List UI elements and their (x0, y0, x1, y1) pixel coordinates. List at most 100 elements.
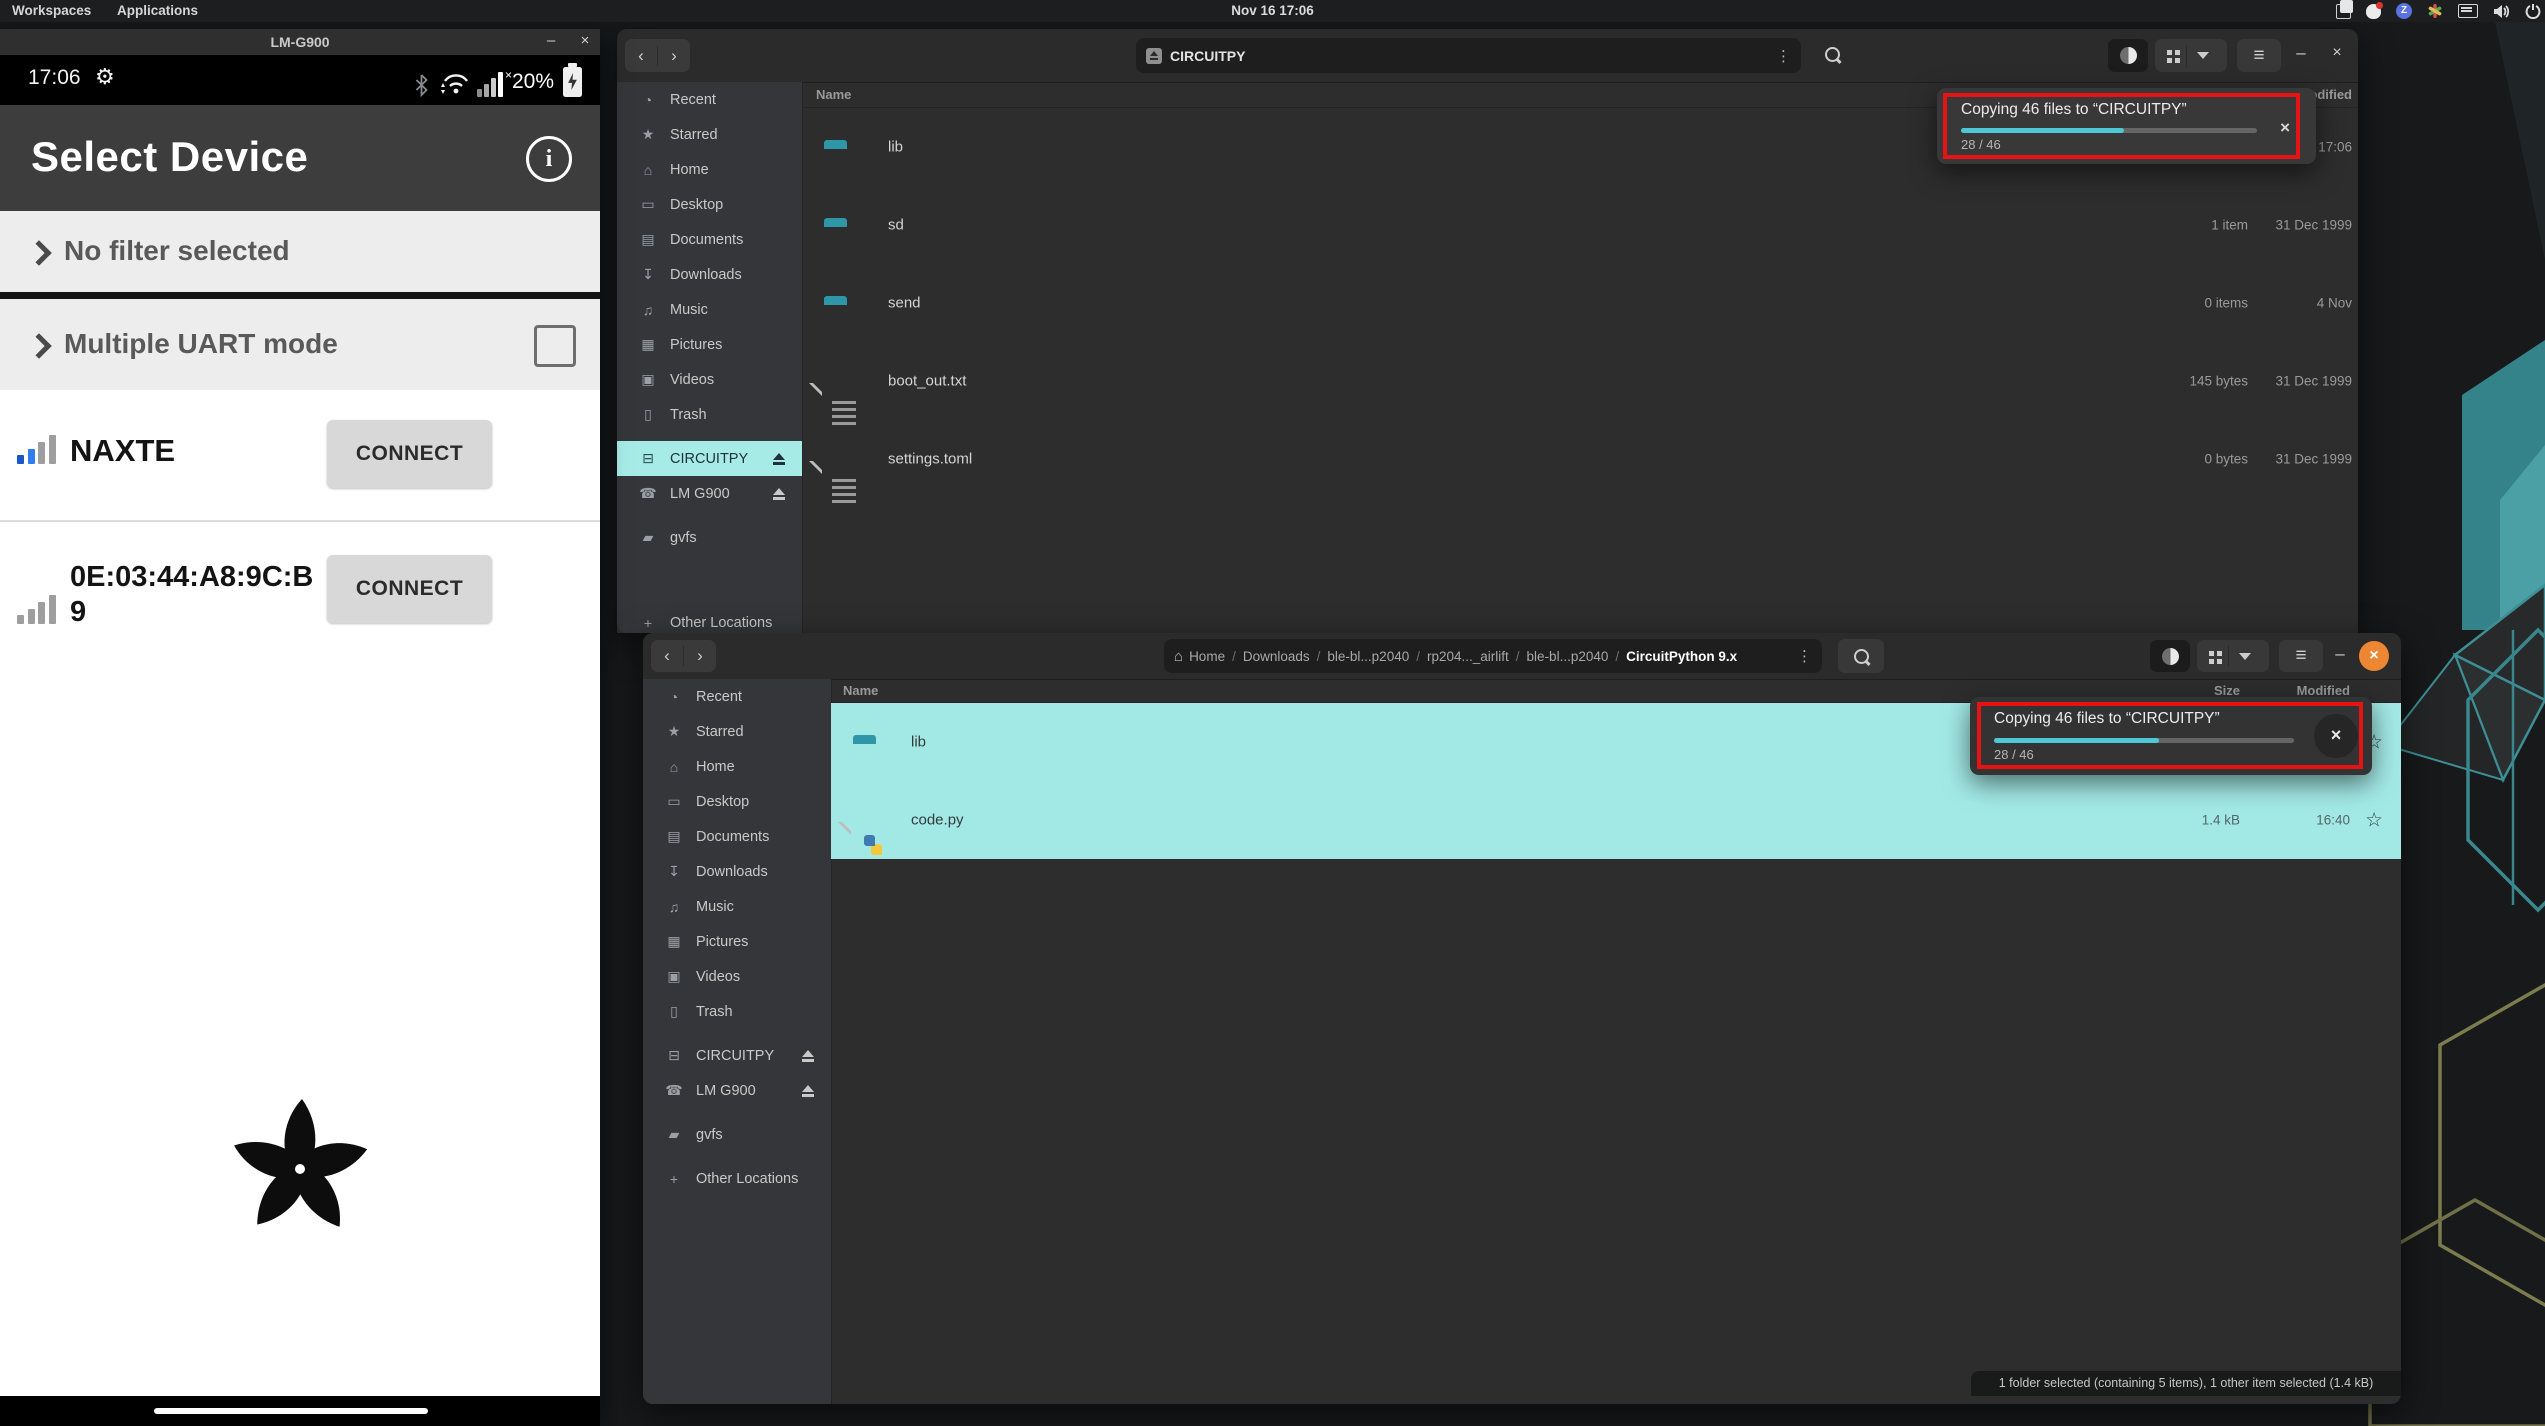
power-icon[interactable] (2525, 3, 2541, 19)
uart-mode-checkbox[interactable] (534, 325, 576, 367)
eject-icon[interactable] (772, 488, 786, 500)
sidebar-item-trash[interactable]: Trash (617, 397, 802, 432)
sidebar-item-gvfs[interactable]: gvfs (643, 1117, 831, 1152)
forward-button[interactable]: › (658, 46, 690, 66)
sidebar-item-starred[interactable]: Starred (643, 714, 831, 749)
column-size[interactable]: Size (2214, 683, 2240, 698)
sidebar-item-other-locations[interactable]: Other Locations (617, 605, 802, 633)
sidebar-item-music[interactable]: Music (617, 292, 802, 327)
device-row[interactable]: 0E:03:44:A8:9C:B9 CONNECT (0, 522, 600, 682)
filter-expander[interactable]: No filter selected (0, 211, 600, 292)
sidebar-item-desktop[interactable]: Desktop (617, 187, 802, 222)
sidebar-item-recent[interactable]: Recent (643, 679, 831, 714)
dark-light-toggle[interactable] (2150, 640, 2190, 672)
main-menu-button[interactable]: ≡ (2237, 39, 2281, 72)
breadcrumb[interactable]: ble-bl...p2040 (1527, 649, 1609, 664)
keyboard-icon[interactable] (2458, 4, 2478, 18)
close-button[interactable]: × (572, 29, 598, 55)
clipboard-icon[interactable] (2336, 4, 2351, 19)
column-modified[interactable]: Modified (2297, 683, 2350, 698)
progress-count: 28 / 46 (1961, 137, 2001, 152)
view-options-button[interactable] (2155, 39, 2227, 72)
sidebar-item-videos[interactable]: Videos (617, 362, 802, 397)
color-asterisk-icon[interactable] (2427, 3, 2443, 19)
breadcrumb-current[interactable]: CircuitPython 9.x (1626, 649, 1737, 664)
sidebar-item-other-locations[interactable]: Other Locations (643, 1161, 831, 1196)
column-name[interactable]: Name (816, 87, 851, 102)
sidebar-item-gvfs[interactable]: gvfs (617, 520, 802, 555)
eject-icon[interactable] (772, 453, 786, 465)
cancel-copy-button[interactable]: × (2280, 118, 2290, 138)
file-row-sd[interactable]: sd 1 item 31 Dec 1999 (802, 186, 2358, 264)
main-menu-button[interactable]: ≡ (2279, 640, 2323, 672)
breadcrumb[interactable]: ble-bl...p2040 (1327, 649, 1409, 664)
path-bar[interactable]: CIRCUITPY ⋮ (1136, 38, 1801, 73)
sidebar-item-lm-g900[interactable]: LM G900 (617, 476, 802, 511)
search-icon[interactable] (1825, 47, 1840, 62)
filter-label: Multiple UART mode (64, 328, 338, 360)
sidebar-item-downloads[interactable]: Downloads (643, 854, 831, 889)
back-button[interactable]: ‹ (625, 46, 658, 66)
connect-button[interactable]: CONNECT (327, 555, 492, 623)
eject-icon[interactable] (801, 1085, 815, 1097)
cancel-copy-button[interactable]: × (2314, 714, 2358, 758)
connect-button[interactable]: CONNECT (327, 420, 492, 488)
sidebar-item-pictures[interactable]: Pictures (617, 327, 802, 362)
phone-titlebar[interactable]: LM-G900 – × (0, 29, 600, 55)
sidebar-item-music[interactable]: Music (643, 889, 831, 924)
breadcrumb[interactable]: rp204..._airlift (1427, 649, 1509, 664)
file-row-settings[interactable]: settings.toml 0 bytes 31 Dec 1999 (802, 420, 2358, 498)
breadcrumb[interactable]: Downloads (1243, 649, 1310, 664)
sidebar-item-starred[interactable]: Starred (617, 117, 802, 152)
page-title: Select Device (31, 133, 308, 181)
breadcrumb[interactable]: Home (1189, 649, 1225, 664)
discord-icon[interactable] (2366, 4, 2381, 19)
sidebar-item-desktop[interactable]: Desktop (643, 784, 831, 819)
sidebar-item-home[interactable]: Home (617, 152, 802, 187)
header-bar[interactable]: ‹ › ⌂ Home / Downloads / ble-bl...p2040 … (643, 633, 2401, 680)
view-options-button[interactable] (2197, 640, 2269, 672)
sidebar-item-pictures[interactable]: Pictures (643, 924, 831, 959)
minimize-button[interactable]: – (2289, 43, 2313, 63)
column-name[interactable]: Name (843, 683, 878, 698)
star-outline-icon[interactable]: ☆ (2365, 808, 2383, 833)
forward-button[interactable]: › (684, 646, 716, 666)
info-icon[interactable]: i (526, 136, 572, 182)
close-button[interactable]: × (2359, 641, 2389, 671)
sidebar-item-documents[interactable]: Documents (617, 222, 802, 257)
header-bar[interactable]: ‹ › CIRCUITPY ⋮ ≡ – × (617, 29, 2358, 83)
workspaces-menu[interactable]: Workspaces (12, 0, 91, 22)
sidebar-item-documents[interactable]: Documents (643, 819, 831, 854)
sidebar-label: Desktop (670, 197, 723, 213)
eject-icon[interactable] (801, 1050, 815, 1062)
volume-icon[interactable] (2493, 4, 2510, 19)
sidebar-item-circuitpy[interactable]: CIRCUITPY (617, 441, 802, 476)
kebab-menu-icon[interactable]: ⋮ (1776, 47, 1791, 65)
sidebar-item-videos[interactable]: Videos (643, 959, 831, 994)
file-row-code-py[interactable]: code.py 1.4 kB 16:40 ☆ (831, 781, 2401, 859)
sidebar-label: Music (670, 302, 708, 318)
sidebar-item-lm-g900[interactable]: LM G900 (643, 1073, 831, 1108)
minimize-button[interactable]: – (538, 29, 564, 55)
file-row-send[interactable]: send 0 items 4 Nov (802, 264, 2358, 342)
file-row-boot-out[interactable]: boot_out.txt 145 bytes 31 Dec 1999 (802, 342, 2358, 420)
gesture-pill[interactable] (154, 1408, 428, 1414)
sidebar-item-recent[interactable]: Recent (617, 82, 802, 117)
device-row[interactable]: NAXTE CONNECT (0, 391, 600, 520)
clock[interactable]: Nov 16 17:06 (1231, 0, 1314, 22)
close-button[interactable]: × (2325, 44, 2349, 62)
dark-light-toggle[interactable] (2108, 39, 2148, 72)
search-button[interactable] (1838, 639, 1884, 673)
minimize-button[interactable]: – (2329, 644, 2351, 664)
uart-mode-expander[interactable]: Multiple UART mode (0, 299, 600, 390)
zulip-icon[interactable]: Z (2396, 3, 2412, 19)
sidebar-item-circuitpy[interactable]: CIRCUITPY (643, 1038, 831, 1073)
applications-menu[interactable]: Applications (117, 0, 198, 22)
sidebar-item-home[interactable]: Home (643, 749, 831, 784)
kebab-menu-icon[interactable]: ⋮ (1797, 647, 1812, 665)
back-button[interactable]: ‹ (651, 646, 684, 666)
sidebar-item-downloads[interactable]: Downloads (617, 257, 802, 292)
folder-icon (639, 529, 657, 546)
path-bar[interactable]: ⌂ Home / Downloads / ble-bl...p2040 / rp… (1164, 639, 1822, 673)
sidebar-item-trash[interactable]: Trash (643, 994, 831, 1029)
